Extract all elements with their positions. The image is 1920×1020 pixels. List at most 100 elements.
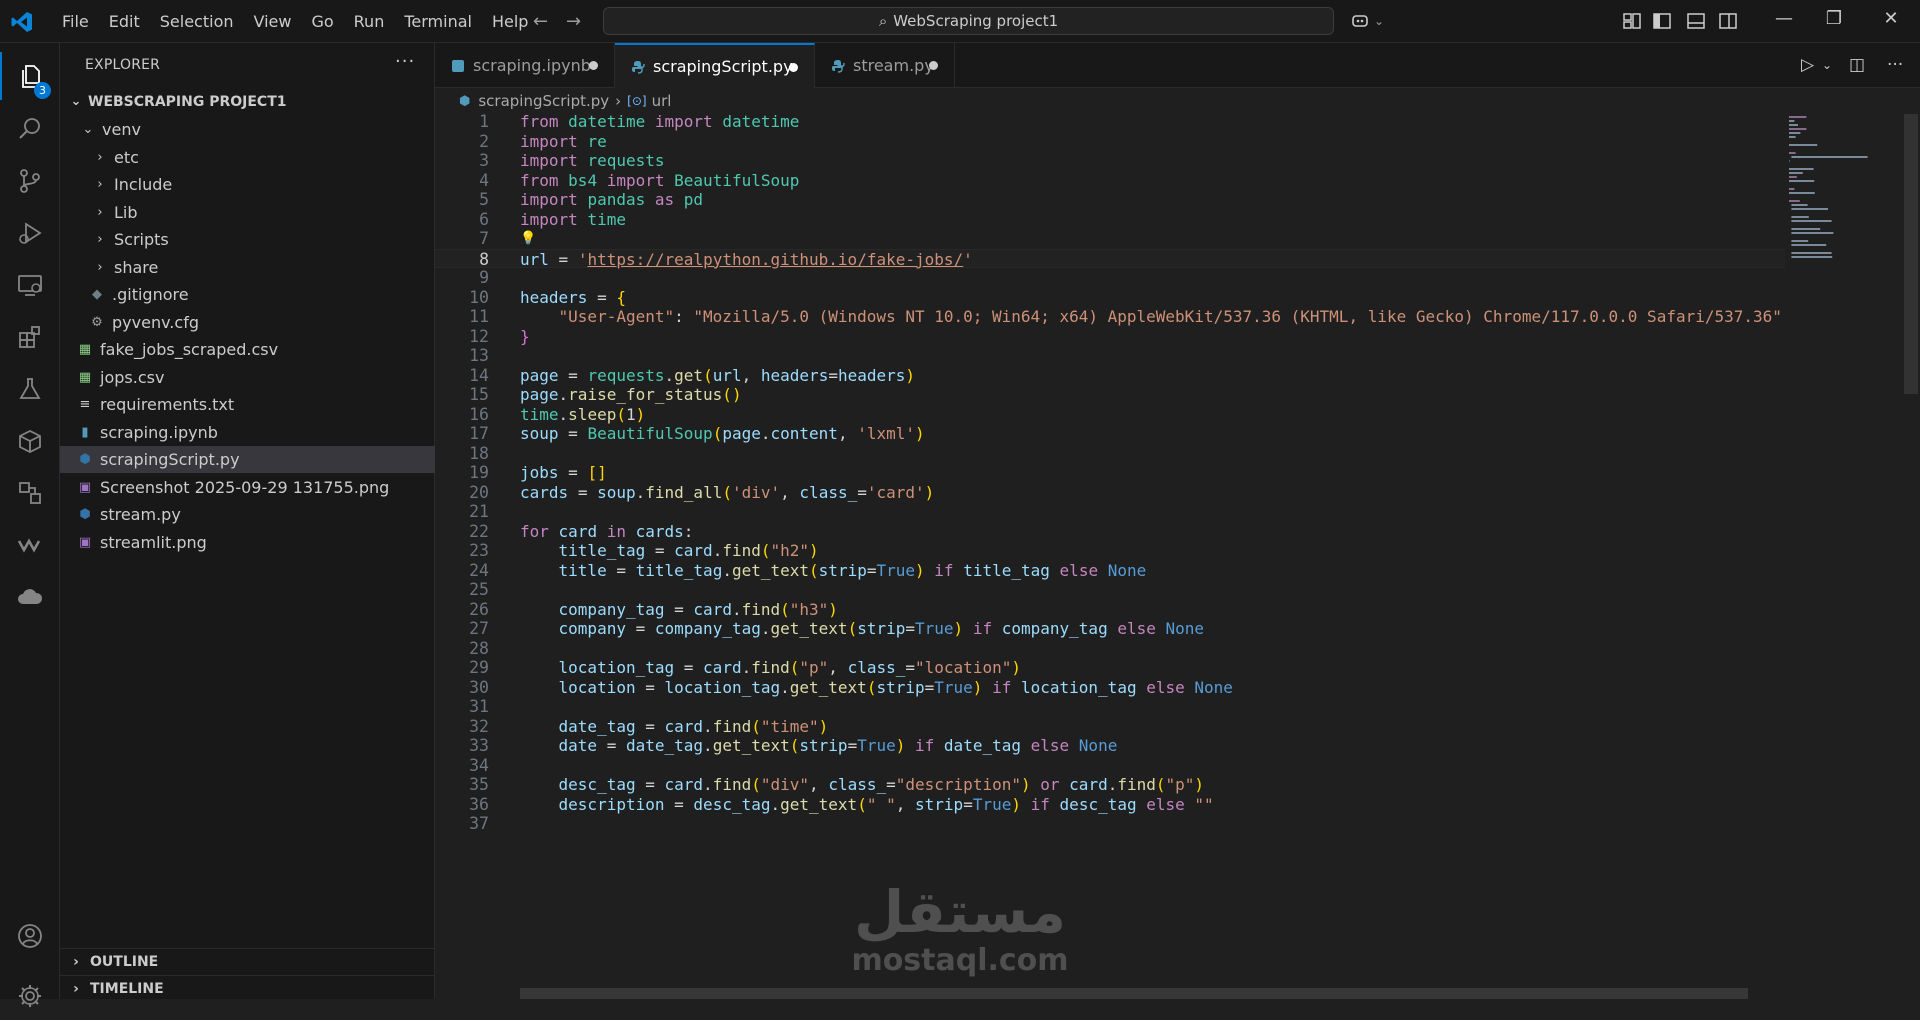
file-scraping-ipynb[interactable]: ▮ scraping.ipynb <box>60 419 450 446</box>
remote-explorer-activity[interactable] <box>0 261 60 309</box>
code-line[interactable]: 26 company_tag = card.find("h3") <box>435 600 1785 620</box>
menu-run[interactable]: Run <box>344 12 395 31</box>
folder-include[interactable]: › Include <box>60 171 466 198</box>
menu-edit[interactable]: Edit <box>99 12 150 31</box>
lightbulb-icon[interactable]: 💡 <box>520 229 536 249</box>
file-scrapingscript-py[interactable]: ⬢ scrapingScript.py <box>60 446 450 473</box>
close-window-icon[interactable]: ✕ <box>1871 8 1911 29</box>
project-folder[interactable]: ⌄ WEBSCRAPING PROJECT1 <box>60 88 442 115</box>
cloud-activity[interactable] <box>0 573 60 621</box>
code-line[interactable]: 14 page = requests.get(url, headers=heade… <box>435 366 1785 386</box>
outline-section[interactable]: › OUTLINE <box>60 948 434 974</box>
explorer-activity[interactable]: 3 <box>0 52 60 100</box>
breadcrumb-file[interactable]: scrapingScript.py <box>478 92 609 110</box>
code-line[interactable]: 1 from datetime import datetime <box>435 114 1785 132</box>
folder-scripts[interactable]: › Scripts <box>60 226 466 253</box>
wakatime-activity[interactable] <box>0 521 60 569</box>
file-jops-csv[interactable]: ▦ jops.csv <box>60 364 450 391</box>
code-line[interactable]: 25 <box>435 580 1785 600</box>
code-line[interactable]: 19 jobs = [] <box>435 463 1785 483</box>
vertical-scrollbar[interactable] <box>1904 114 1918 394</box>
file-requirements[interactable]: ≡ requirements.txt <box>60 391 450 418</box>
code-line[interactable]: 27 company = company_tag.get_text(strip=… <box>435 619 1785 639</box>
editor-more-actions-icon[interactable]: ··· <box>1887 55 1903 75</box>
code-editor[interactable]: 1 from datetime import datetime 2 import re… <box>435 114 1920 999</box>
extensions-activity[interactable] <box>0 313 60 361</box>
minimap[interactable] <box>1785 114 1905 294</box>
copilot-dropdown-chevron-icon[interactable]: ⌄ <box>1374 14 1384 28</box>
file-screenshot-png[interactable]: ▣ Screenshot 2025-09-29 131755.png <box>60 474 450 501</box>
code-line[interactable]: 31 <box>435 697 1785 717</box>
restore-icon[interactable]: ❐ <box>1814 8 1854 29</box>
code-line[interactable]: 30 location = location_tag.get_text(stri… <box>435 678 1785 698</box>
breadcrumb-symbol[interactable]: url <box>652 92 672 110</box>
copilot-icon[interactable] <box>1350 11 1370 31</box>
file-pyvenv-cfg[interactable]: ⚙ pyvenv.cfg <box>60 309 462 336</box>
code-line[interactable]: 15 page.raise_for_status() <box>435 385 1785 405</box>
source-control-activity[interactable] <box>0 157 60 205</box>
menu-go[interactable]: Go <box>301 12 343 31</box>
code-line[interactable]: 17 soup = BeautifulSoup(page.content, 'lx… <box>435 424 1785 444</box>
unsaved-dot-icon[interactable] <box>789 63 798 72</box>
toggle-secondary-sidebar-icon[interactable] <box>1718 11 1738 31</box>
code-line[interactable]: 24 title = title_tag.get_text(strip=True… <box>435 561 1785 581</box>
code-line[interactable]: 6 import time <box>435 210 1785 230</box>
code-line[interactable]: 9 <box>435 268 1785 288</box>
code-line[interactable]: 36 description = desc_tag.get_text(" ", … <box>435 795 1785 815</box>
testing-activity[interactable] <box>0 365 60 413</box>
file-gitignore[interactable]: ◆ .gitignore <box>60 281 462 308</box>
menu-selection[interactable]: Selection <box>150 12 244 31</box>
code-line[interactable]: 34 <box>435 756 1785 776</box>
code-line[interactable]: 10 headers = { <box>435 288 1785 308</box>
run-dropdown-chevron-icon[interactable]: ⌄ <box>1822 58 1832 72</box>
file-stream-py[interactable]: ⬢ stream.py <box>60 501 450 528</box>
menu-help[interactable]: Help <box>482 12 538 31</box>
pages-activity[interactable] <box>0 469 60 517</box>
horizontal-scrollbar[interactable] <box>520 988 1748 999</box>
code-line[interactable]: 37 <box>435 814 1785 834</box>
unsaved-dot-icon[interactable] <box>929 61 938 70</box>
toggle-primary-sidebar-icon[interactable] <box>1652 11 1672 31</box>
back-arrow-icon[interactable]: ← <box>533 11 548 32</box>
code-line[interactable]: 5 import pandas as pd <box>435 190 1785 210</box>
folder-etc[interactable]: › etc <box>60 144 466 171</box>
code-line[interactable]: 12} <box>435 327 1785 347</box>
folder-venv[interactable]: ⌄ venv <box>60 116 454 143</box>
code-line[interactable]: 20 cards = soup.find_all('div', class_='c… <box>435 483 1785 503</box>
code-line[interactable]: 3 import requests <box>435 151 1785 171</box>
manage-activity[interactable] <box>0 972 60 1020</box>
code-line[interactable]: 7 💡 <box>435 229 1785 249</box>
code-line[interactable]: 16 time.sleep(1) <box>435 405 1785 425</box>
code-line[interactable]: 21 <box>435 502 1785 522</box>
tab-stream-py[interactable]: stream.py <box>815 43 955 88</box>
search-activity[interactable] <box>0 105 60 153</box>
folder-share[interactable]: › share <box>60 254 466 281</box>
unsaved-dot-icon[interactable] <box>589 61 598 70</box>
split-editor-icon[interactable]: ◫ <box>1849 55 1865 75</box>
accounts-activity[interactable] <box>0 912 60 960</box>
file-streamlit-png[interactable]: ▣ streamlit.png <box>60 529 450 556</box>
code-line[interactable]: 35 desc_tag = card.find("div", class_="d… <box>435 775 1785 795</box>
command-center-search[interactable]: ⌕ WebScraping project1 <box>603 7 1334 35</box>
timeline-section[interactable]: › TIMELINE <box>60 975 434 1001</box>
run-python-file-icon[interactable]: ▷ <box>1801 55 1814 75</box>
customize-layout-icon[interactable] <box>1622 11 1642 31</box>
tab-scrapingscript-py[interactable]: scrapingScript.py <box>615 43 815 88</box>
minimize-icon[interactable]: — <box>1764 8 1804 29</box>
code-line[interactable]: 18 <box>435 444 1785 464</box>
tab-scraping-ipynb[interactable]: scraping.ipynb <box>435 43 615 88</box>
containers-activity[interactable] <box>0 417 60 465</box>
more-actions-icon[interactable]: ··· <box>395 51 415 72</box>
code-line[interactable]: 33 date = date_tag.get_text(strip=True) … <box>435 736 1785 756</box>
menu-view[interactable]: View <box>244 12 302 31</box>
folder-lib[interactable]: › Lib <box>60 199 466 226</box>
code-line[interactable]: 13 <box>435 346 1785 366</box>
code-line[interactable]: 23 title_tag = card.find("h2") <box>435 541 1785 561</box>
menu-file[interactable]: File <box>52 12 99 31</box>
code-line[interactable]: 29 location_tag = card.find("p", class_=… <box>435 658 1785 678</box>
forward-arrow-icon[interactable]: → <box>566 11 581 32</box>
run-debug-activity[interactable] <box>0 209 60 257</box>
code-line[interactable]: 28 <box>435 639 1785 659</box>
toggle-panel-icon[interactable] <box>1686 11 1706 31</box>
code-line[interactable]: 22 for card in cards: <box>435 522 1785 542</box>
